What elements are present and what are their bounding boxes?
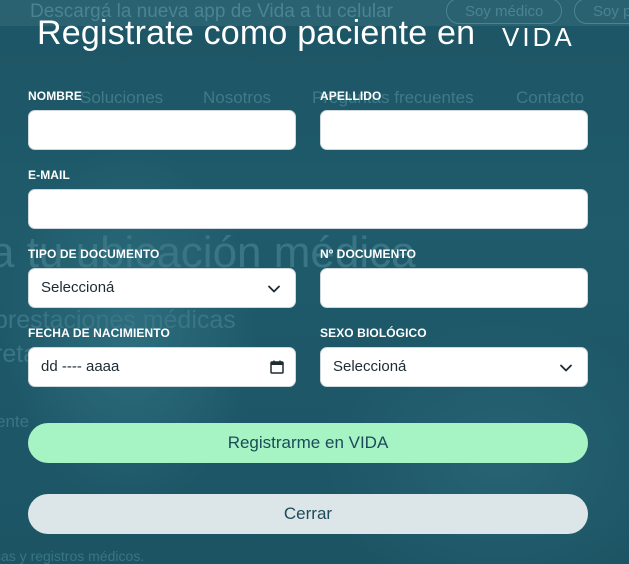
vida-logo: VIDA — [502, 22, 575, 52]
chevron-down-icon — [560, 364, 572, 372]
calendar-icon[interactable] — [269, 359, 285, 375]
chevron-down-icon — [268, 285, 280, 293]
sexo-biologico-select[interactable]: Seleccioná — [320, 347, 588, 387]
nombre-label: NOMBRE — [28, 89, 82, 103]
sexo-biologico-label: SEXO BIOLÓGICO — [320, 326, 427, 340]
fecha-nacimiento-label: FECHA DE NACIMIENTO — [28, 326, 170, 340]
soy-paciente-button: Soy p — [574, 0, 629, 24]
hero-subtext-3: ente — [0, 412, 30, 431]
background-footer-text: cas y registros médicos. — [0, 548, 145, 564]
tipo-documento-value: Seleccioná — [41, 279, 115, 296]
tipo-documento-label: TIPO DE DOCUMENTO — [28, 247, 160, 261]
nav-nosotros: Nosotros — [203, 88, 272, 107]
modal-title: Registrate como paciente en — [37, 14, 476, 52]
tipo-documento-select[interactable]: Seleccioná — [28, 268, 296, 308]
nro-documento-input[interactable] — [320, 268, 588, 308]
email-label: E-MAIL — [28, 168, 70, 182]
fecha-nacimiento-placeholder: dd ---- aaaa — [41, 358, 120, 375]
sexo-biologico-value: Seleccioná — [333, 358, 407, 375]
nro-documento-label: Nº DOCUMENTO — [320, 247, 417, 261]
register-button[interactable]: Registrarme en VIDA — [28, 423, 588, 463]
apellido-label: APELLIDO — [320, 89, 382, 103]
nav-soluciones: Soluciones — [80, 88, 164, 107]
apellido-input[interactable] — [320, 110, 588, 150]
nombre-input[interactable] — [28, 110, 296, 150]
email-input[interactable] — [28, 189, 588, 229]
fecha-nacimiento-input[interactable]: dd ---- aaaa — [28, 347, 296, 387]
close-button[interactable]: Cerrar — [28, 494, 588, 534]
nav-contacto: Contacto — [516, 88, 585, 107]
